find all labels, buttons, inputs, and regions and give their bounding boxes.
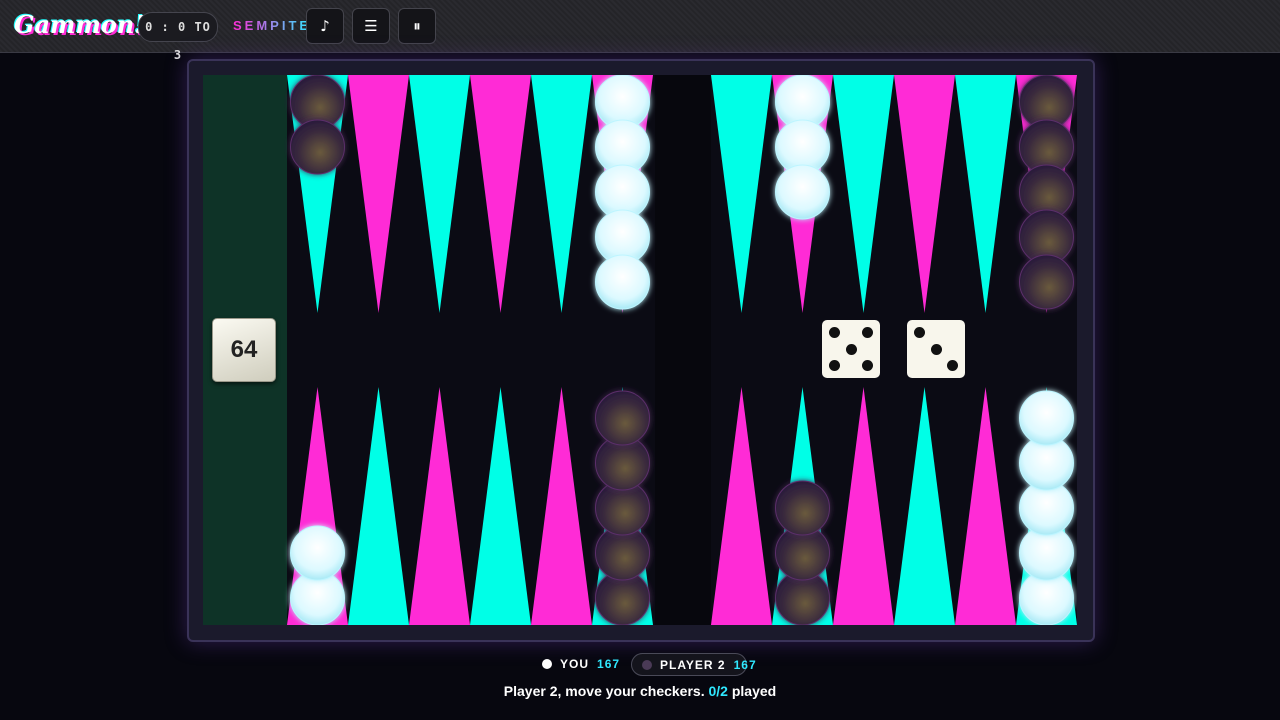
die-pip — [829, 327, 841, 339]
die-pip — [861, 359, 873, 371]
player-you-pips: 167 — [597, 657, 621, 671]
die-pip — [914, 327, 926, 339]
white-checker[interactable] — [775, 164, 830, 220]
white-checker[interactable] — [595, 254, 650, 310]
doubling-cube[interactable]: 64 — [212, 318, 276, 382]
die-pip — [861, 327, 873, 339]
dark-checker[interactable] — [1019, 254, 1074, 310]
pause-icon: ⏸ — [413, 17, 421, 35]
dark-checker[interactable] — [775, 480, 830, 536]
die-left[interactable] — [822, 320, 880, 378]
match-score: 0 : 0 TO 3 — [138, 12, 218, 62]
brand-name: SEMPITE — [233, 18, 312, 33]
menu-button[interactable]: ☰ — [352, 8, 390, 44]
pause-button[interactable]: ⏸ — [398, 8, 436, 44]
die-pip — [845, 343, 857, 355]
player-2-label: PLAYER 2 — [660, 658, 726, 672]
dark-checker-icon — [642, 660, 652, 670]
music-button[interactable]: ♪ — [306, 8, 344, 44]
status-suffix: played — [731, 683, 777, 699]
die-right[interactable] — [907, 320, 965, 378]
center-bar — [655, 75, 711, 625]
status-message: Player 2, move your checkers. — [503, 683, 705, 699]
white-checker[interactable] — [290, 525, 345, 581]
player-you-badge: YOU 167 — [542, 653, 620, 676]
menu-icon: ☰ — [364, 17, 378, 35]
player-2-pips: 167 — [733, 658, 757, 672]
dark-checker[interactable] — [595, 390, 650, 446]
white-checker[interactable] — [1019, 390, 1074, 446]
die-pip — [946, 359, 958, 371]
dark-checker[interactable] — [290, 119, 345, 175]
status-line: Player 2, move your checkers. 0/2 played — [0, 683, 1280, 699]
die-pip — [829, 359, 841, 371]
game-logo: Gammon! — [14, 10, 145, 39]
music-icon: ♪ — [320, 17, 330, 35]
white-checker-icon — [542, 659, 552, 669]
top-bar: Gammon! 0 : 0 TO 3 SEMPITE ♪ ☰ ⏸ — [0, 0, 1280, 62]
die-pip — [930, 343, 942, 355]
moves-progress: 0/2 — [708, 683, 728, 699]
player-you-label: YOU — [560, 657, 590, 671]
player-2-badge: PLAYER 2 167 — [631, 653, 756, 676]
